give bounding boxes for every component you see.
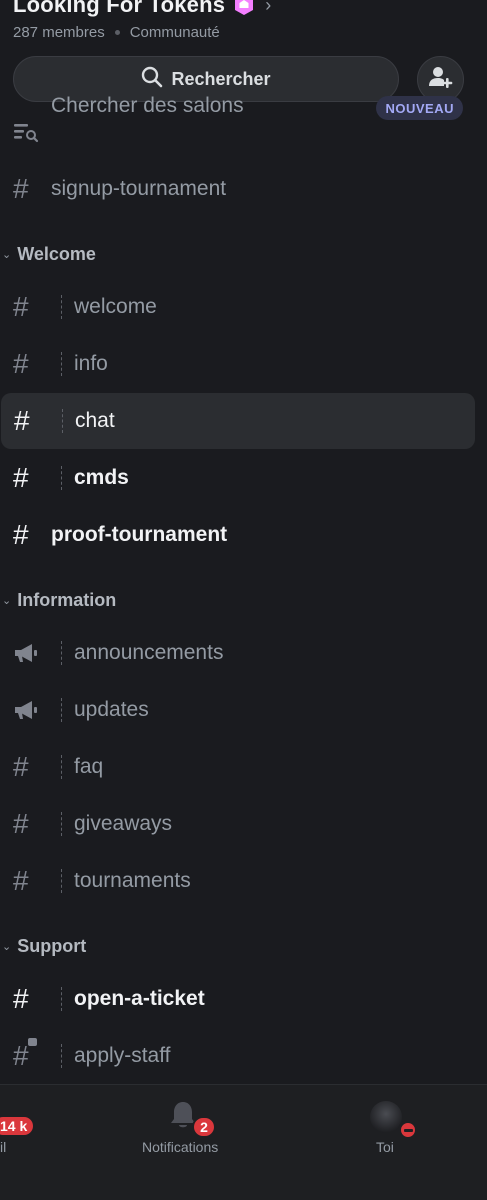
thread-divider xyxy=(62,409,63,433)
channel-giveaways[interactable]: # giveaways xyxy=(0,798,487,850)
channel-name: announcements xyxy=(74,641,224,664)
you-label: Toi xyxy=(376,1139,394,1155)
channel-faq[interactable]: # faq xyxy=(0,741,487,793)
hash-icon: # xyxy=(13,751,29,782)
channel-name: tournaments xyxy=(74,869,191,892)
bottom-navigation: 14 k il 2 Notifications Toi xyxy=(0,1084,487,1200)
channel-name: giveaways xyxy=(74,812,173,835)
hash-icon: # xyxy=(13,865,29,896)
server-name: Looking For Tokens xyxy=(13,0,226,17)
hash-icon: # xyxy=(13,983,29,1014)
category-welcome[interactable]: ⌄ Welcome xyxy=(0,239,96,269)
channel-name: apply-staff xyxy=(74,1044,171,1067)
channel-chat[interactable]: # chat xyxy=(1,393,475,449)
browse-channels-icon xyxy=(13,106,39,158)
hash-icon: # xyxy=(13,462,29,493)
channel-name: faq xyxy=(74,755,104,778)
channel-updates[interactable]: updates xyxy=(0,684,487,736)
active-highlight xyxy=(1,393,475,449)
category-label: Welcome xyxy=(17,243,96,264)
browse-channels-label: Chercher des salons xyxy=(51,94,244,117)
thread-divider xyxy=(61,1044,62,1068)
home-unread-badge: 14 k xyxy=(0,1115,36,1137)
thread-divider xyxy=(61,698,62,722)
channel-name: welcome xyxy=(74,295,157,318)
thread-divider xyxy=(61,352,62,376)
thread-divider xyxy=(61,755,62,779)
hash-icon: # xyxy=(13,173,29,204)
server-boost-icon xyxy=(231,0,257,17)
channel-proof-tournament[interactable]: # proof-tournament xyxy=(0,509,487,561)
thread-divider xyxy=(61,869,62,893)
thread-divider xyxy=(61,466,62,490)
channel-signup-tournament[interactable]: # signup-tournament xyxy=(0,163,487,215)
server-type: Communauté xyxy=(129,24,220,41)
chevron-down-icon: ⌄ xyxy=(2,248,12,261)
channel-name: updates xyxy=(74,698,149,721)
channel-name: signup-tournament xyxy=(51,177,227,200)
channel-name: chat xyxy=(75,409,115,432)
chevron-down-icon: ⌄ xyxy=(2,594,12,607)
thread-divider xyxy=(61,812,62,836)
hash-icon: # xyxy=(13,348,29,379)
notifications-badge: 2 xyxy=(192,1116,216,1138)
thread-divider xyxy=(61,641,62,665)
channel-list: Chercher des salons NOUVEAU # signup-tou… xyxy=(0,94,487,1084)
category-label: Support xyxy=(17,935,87,956)
channel-cmds[interactable]: # cmds xyxy=(0,452,487,504)
hash-icon: # xyxy=(13,808,29,839)
channel-info[interactable]: # info xyxy=(0,338,487,390)
category-label: Information xyxy=(17,589,117,610)
channel-welcome[interactable]: # welcome xyxy=(0,281,487,333)
hash-icon: # xyxy=(14,405,30,436)
thread-divider xyxy=(61,295,62,319)
chevron-right-icon: › xyxy=(265,0,272,15)
channel-open-a-ticket[interactable]: # open-a-ticket xyxy=(0,973,487,1025)
server-meta: 287 membres Communauté xyxy=(13,24,220,41)
new-badge: NOUVEAU xyxy=(376,96,463,120)
locked-hash-icon: # xyxy=(13,1030,37,1082)
category-information[interactable]: ⌄ Information xyxy=(0,585,116,615)
channel-announcements[interactable]: announcements xyxy=(0,627,487,679)
channel-apply-staff[interactable]: # apply-staff xyxy=(0,1030,487,1082)
channel-name: info xyxy=(74,352,108,375)
hash-icon: # xyxy=(13,291,29,322)
megaphone-icon xyxy=(13,627,39,679)
thread-divider xyxy=(61,987,62,1011)
channel-name: cmds xyxy=(74,466,129,489)
separator-dot xyxy=(114,30,120,35)
discord-server-channel-list: Looking For Tokens › 287 membres Communa… xyxy=(0,0,487,1200)
channel-tournaments[interactable]: # tournaments xyxy=(0,855,487,907)
home-label: il xyxy=(0,1139,7,1155)
chevron-down-icon: ⌄ xyxy=(2,940,12,953)
category-support[interactable]: ⌄ Support xyxy=(0,931,86,961)
do-not-disturb-icon xyxy=(398,1120,418,1140)
channel-name: open-a-ticket xyxy=(74,987,205,1010)
member-count: 287 membres xyxy=(13,24,105,41)
notifications-label: Notifications xyxy=(142,1139,219,1155)
add-user-icon xyxy=(428,65,454,94)
browse-channels-row[interactable]: Chercher des salons NOUVEAU xyxy=(0,94,487,158)
megaphone-icon xyxy=(13,684,39,736)
server-title-button[interactable]: Looking For Tokens › xyxy=(13,0,271,18)
channel-name: proof-tournament xyxy=(51,523,228,546)
hash-icon: # xyxy=(13,519,29,550)
